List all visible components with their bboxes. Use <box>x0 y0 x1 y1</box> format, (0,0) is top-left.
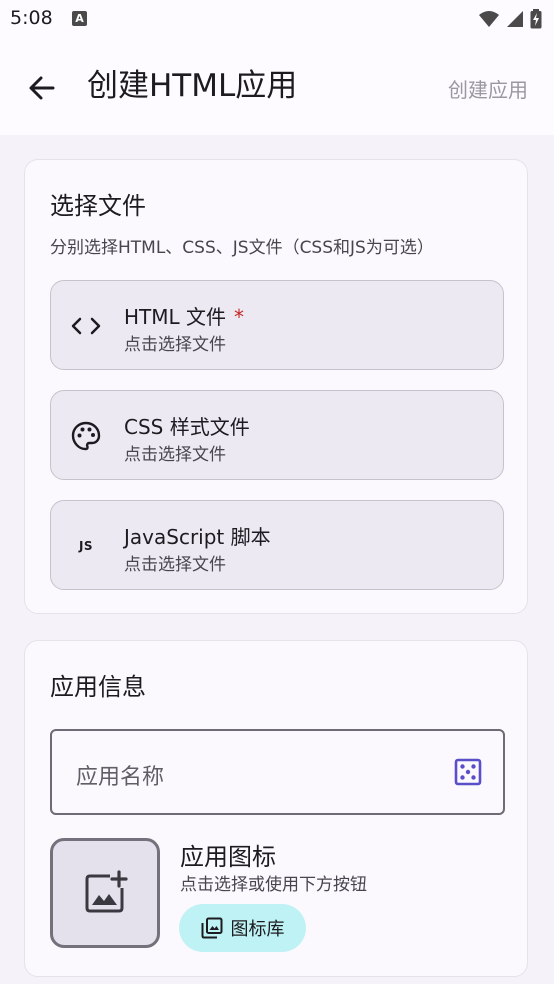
app-info-card: 应用信息 应用名称 应用图标 点击选择或使用下方按钮 图标库 <box>24 640 528 977</box>
status-icons <box>478 9 542 29</box>
battery-icon <box>530 9 542 29</box>
create-app-button[interactable]: 创建应用 <box>448 74 528 103</box>
icon-library-label: 图标库 <box>230 919 285 940</box>
app-info-title: 应用信息 <box>50 673 146 701</box>
required-mark: * <box>234 305 245 329</box>
js-file-title: JavaScript 脚本 <box>124 525 271 549</box>
status-bar: 5:08 A <box>0 0 554 38</box>
html-file-subtitle: 点击选择文件 <box>124 335 226 355</box>
back-button[interactable] <box>22 68 62 108</box>
app-icon-subtitle: 点击选择或使用下方按钮 <box>180 875 367 895</box>
select-files-title: 选择文件 <box>50 192 146 220</box>
css-file-picker[interactable]: CSS 样式文件 点击选择文件 <box>50 390 504 480</box>
app-name-placeholder: 应用名称 <box>76 765 165 790</box>
wifi-icon <box>479 11 499 27</box>
app-icon-title: 应用图标 <box>180 843 276 871</box>
html-file-picker[interactable]: HTML 文件 * 点击选择文件 <box>50 280 504 370</box>
dice-icon[interactable] <box>453 757 483 787</box>
add-photo-icon <box>85 870 128 913</box>
status-time: 5:08 <box>10 7 53 29</box>
select-files-card: 选择文件 分别选择HTML、CSS、JS文件（CSS和JS为可选） HTML 文… <box>24 159 528 614</box>
palette-icon <box>69 419 103 453</box>
app-bar: 创建HTML应用 创建应用 <box>0 38 554 135</box>
css-file-subtitle: 点击选择文件 <box>124 445 226 465</box>
js-icon: JS <box>78 539 94 553</box>
app-name-field[interactable]: 应用名称 <box>50 729 505 815</box>
arrow-back-icon <box>29 76 55 100</box>
icon-library-button[interactable]: 图标库 <box>179 904 306 952</box>
code-icon <box>69 309 103 343</box>
js-file-subtitle: 点击选择文件 <box>124 555 226 575</box>
photo-library-icon <box>201 917 222 939</box>
app-icon-picker[interactable] <box>50 838 160 948</box>
css-file-title: CSS 样式文件 <box>124 415 250 439</box>
signal-icon <box>507 11 523 27</box>
notification-icon: A <box>72 11 87 26</box>
js-file-picker[interactable]: JS JavaScript 脚本 点击选择文件 <box>50 500 504 590</box>
html-file-title: HTML 文件 * <box>124 305 245 329</box>
select-files-subtitle: 分别选择HTML、CSS、JS文件（CSS和JS为可选） <box>50 238 434 258</box>
page-title: 创建HTML应用 <box>87 68 298 104</box>
